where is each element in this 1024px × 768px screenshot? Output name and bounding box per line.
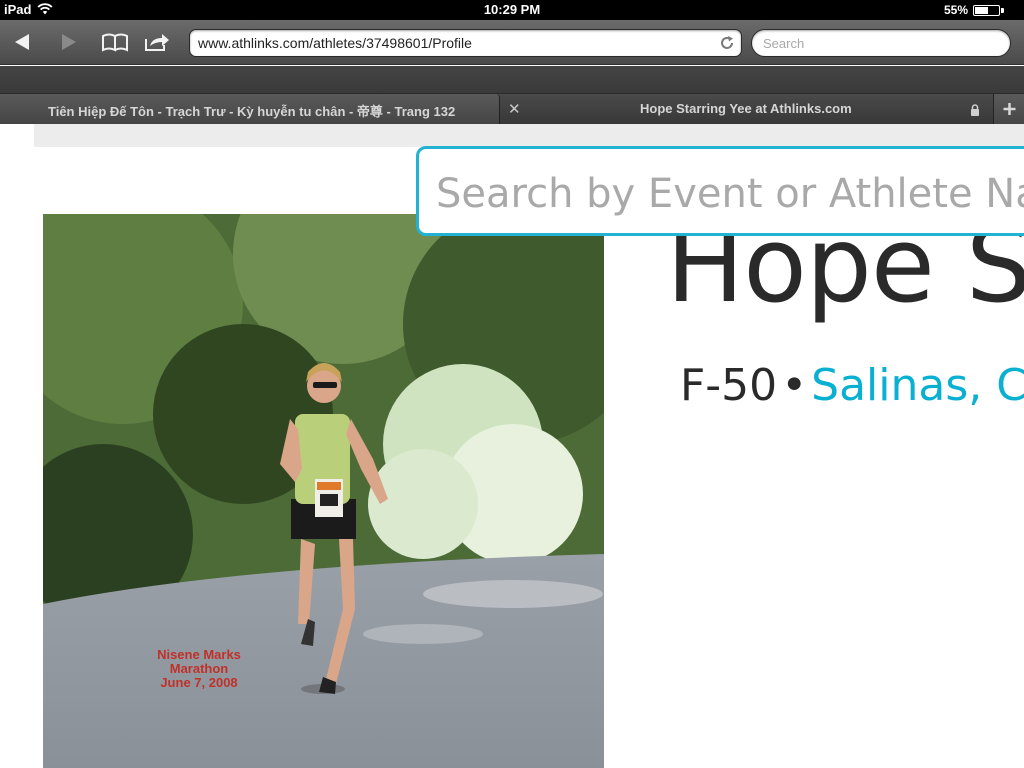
header-band: [34, 124, 1024, 147]
site-search-placeholder: Search by Event or Athlete Name: [436, 171, 1024, 217]
photo-caption: Nisene Marks Marathon June 7, 2008: [129, 648, 269, 690]
photo-caption-line: Nisene Marks: [157, 647, 241, 662]
photo-caption-line: Marathon: [169, 661, 229, 676]
close-tab-icon[interactable]: ✕: [508, 100, 521, 118]
lock-icon: [970, 103, 980, 116]
clock: 10:29 PM: [483, 2, 541, 17]
tab-label: Tiên Hiệp Đế Tôn - Trạch Trư - Kỳ huyễn …: [48, 104, 456, 119]
browser-search-field[interactable]: Search: [751, 29, 1011, 57]
url-field[interactable]: www.athlinks.com/athletes/37498601/Profi…: [189, 29, 742, 57]
tab-strip: Tiên Hiệp Đế Tôn - Trạch Trư - Kỳ huyễn …: [0, 93, 1024, 124]
url-text: www.athlinks.com/athletes/37498601/Profi…: [198, 35, 472, 51]
battery-percent: 55%: [943, 3, 968, 17]
share-icon[interactable]: [142, 30, 172, 54]
tab-active[interactable]: Hope Starring Yee at Athlinks.com: [530, 94, 990, 124]
bookmarks-bar: [0, 66, 1024, 93]
browser-toolbar: www.athlinks.com/athletes/37498601/Profi…: [0, 20, 1024, 65]
athlete-meta: F-50•Salinas, C: [680, 360, 1024, 411]
forward-button[interactable]: [54, 30, 84, 54]
status-bar: iPad 10:29 PM 55%: [0, 0, 1024, 20]
web-page: Nisene Marks Marathon June 7, 2008 Hope …: [0, 124, 1024, 768]
bookmarks-icon[interactable]: [100, 30, 130, 54]
location-link[interactable]: Salinas, C: [811, 360, 1024, 411]
meta-separator: •: [781, 360, 808, 411]
battery-nub: [1001, 8, 1004, 13]
browser-search-placeholder: Search: [763, 36, 805, 51]
battery-icon: [973, 5, 1000, 16]
reload-icon[interactable]: [719, 35, 735, 51]
new-tab-button[interactable]: [993, 94, 1024, 124]
back-button[interactable]: [9, 30, 39, 54]
tab-inactive[interactable]: Tiên Hiệp Đế Tôn - Trạch Trư - Kỳ huyễn …: [0, 94, 500, 124]
athlete-photo: Nisene Marks Marathon June 7, 2008: [43, 214, 604, 768]
tab-label: Hope Starring Yee at Athlinks.com: [640, 101, 852, 116]
photo-caption-line: June 7, 2008: [160, 675, 238, 690]
plus-icon: [1003, 103, 1016, 115]
age-group: F-50: [680, 360, 778, 411]
site-search-input[interactable]: Search by Event or Athlete Name: [416, 146, 1024, 236]
